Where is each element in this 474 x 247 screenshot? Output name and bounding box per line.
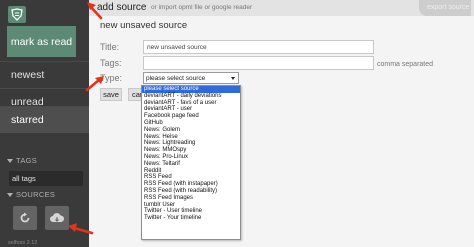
dropdown-option[interactable]: Reddit (142, 168, 240, 175)
annotation-arrow-icon (85, 76, 104, 92)
chevron-down-icon (7, 192, 13, 197)
annotation-arrow-icon (87, 2, 103, 20)
dropdown-option[interactable]: RSS Feed (with instapaper) (142, 181, 240, 188)
selfoss-logo-icon (8, 6, 26, 23)
export-source-label: export source (427, 4, 470, 11)
title-input[interactable]: new unsaved source (143, 40, 374, 54)
dropdown-option[interactable]: News: Heise (142, 134, 240, 141)
dropdown-option[interactable]: News: Pro-Linux (142, 154, 240, 161)
title-label: Title: (100, 42, 120, 52)
sidebar: mark as read newest unread starred TAGS … (0, 0, 89, 247)
sources-section-toggle[interactable]: SOURCES (7, 190, 55, 199)
dropdown-option[interactable]: Facebook page feed (142, 113, 240, 120)
dropdown-option[interactable]: deviantART - favs of a user (142, 100, 240, 107)
chevron-down-icon (231, 77, 235, 80)
dropdown-option[interactable]: please select source (142, 86, 240, 93)
dropdown-option[interactable]: Twitter - Your timeline (142, 215, 240, 222)
dropdown-option[interactable]: Twitter - User timeline (142, 208, 240, 215)
form-title: new unsaved source (100, 20, 188, 31)
sources-heading: SOURCES (16, 190, 56, 199)
import-opml-link[interactable]: or import opml file or google reader (151, 4, 252, 11)
nav-item-newest[interactable]: newest (0, 62, 89, 88)
cloud-icon (50, 213, 65, 222)
mark-as-read-button[interactable]: mark as read (7, 26, 76, 57)
dropdown-option[interactable]: News: MMOspy (142, 147, 240, 154)
type-select-value: please select source (146, 74, 206, 82)
refresh-button[interactable] (13, 206, 37, 230)
export-source-button[interactable]: export source (419, 0, 471, 16)
dropdown-option[interactable]: RSS Feed Images (142, 195, 240, 202)
source-toolbar: add source or import opml file or google… (89, 0, 474, 16)
tags-heading: TAGS (16, 156, 38, 165)
tags-hint: comma separated (377, 61, 434, 68)
version-label: selfoss 2.12 (8, 240, 38, 246)
dropdown-option[interactable]: News: Teltarif (142, 161, 240, 168)
dropdown-option[interactable]: GitHub (142, 120, 240, 127)
tags-input[interactable] (143, 56, 374, 70)
cancel-button[interactable]: cancel (128, 88, 142, 101)
annotation-arrow-icon (68, 223, 94, 235)
dropdown-option[interactable]: deviantART - daily deviations (142, 93, 240, 100)
nav-item-starred[interactable]: starred (0, 107, 89, 133)
chevron-down-icon (7, 158, 13, 163)
dropdown-option[interactable]: tumblr User (142, 202, 240, 209)
type-select[interactable]: please select source (143, 72, 239, 84)
tags-section-toggle[interactable]: TAGS (7, 156, 37, 165)
refresh-icon (20, 212, 30, 223)
all-tags-item[interactable]: all tags (9, 171, 83, 186)
dropdown-option[interactable]: News: Lightreading (142, 140, 240, 147)
source-type-dropdown[interactable]: please select source deviantART - daily d… (141, 85, 241, 240)
dropdown-option[interactable]: RSS Feed (142, 174, 240, 181)
tags-label: Tags: (100, 58, 122, 68)
dropdown-option[interactable]: News: Golem (142, 127, 240, 134)
dropdown-option[interactable]: deviantART - user (142, 106, 240, 113)
dropdown-option[interactable]: RSS Feed (with readability) (142, 188, 240, 195)
